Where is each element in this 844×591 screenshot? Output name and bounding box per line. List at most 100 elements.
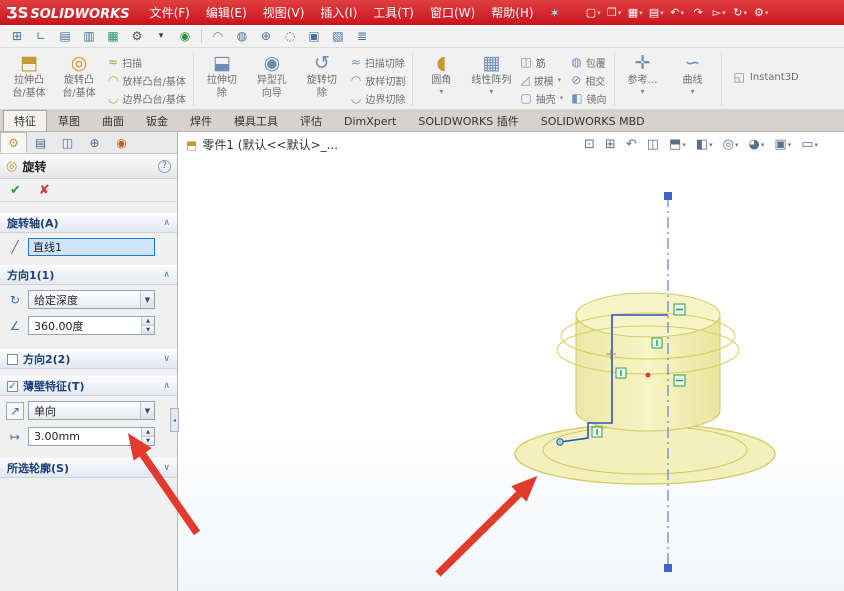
undo-icon[interactable]: ↶ — [668, 6, 687, 19]
view-settings-icon[interactable]: ▭ — [801, 137, 818, 152]
thickness-spinner[interactable]: 3.00mm ▲▼ — [28, 427, 155, 446]
end-condition-dropdown[interactable]: 给定深度 ▼ — [28, 290, 155, 309]
revolved-boss-button[interactable]: ◎ 旋转凸 台/基体 — [54, 50, 104, 100]
spin-up-icon[interactable]: ▲ — [142, 428, 154, 436]
tab-sheet-metal[interactable]: 钣金 — [135, 110, 179, 131]
hide-show-icon[interactable]: ◎ — [723, 137, 739, 152]
swept-boss-button[interactable]: ≈ 扫描 — [104, 53, 190, 71]
extruded-boss-button[interactable]: ⬒ 拉伸凸 台/基体 — [4, 50, 54, 100]
thin-feature-section-header[interactable]: 薄壁特征(T) ∧ — [0, 376, 177, 396]
new-document-icon[interactable]: ▢ — [584, 6, 603, 19]
scene-icon[interactable]: ▣ — [774, 137, 791, 152]
feature-tree-tab[interactable]: ▤ — [27, 132, 54, 153]
dropdown-arrow-icon[interactable]: ▼ — [140, 291, 154, 308]
lofted-boss-button[interactable]: ◠ 放样凸台/基体 — [104, 71, 190, 89]
extruded-cut-button[interactable]: ⬓ 拉伸切 除 — [197, 50, 247, 100]
boundary-boss-button[interactable]: ◡ 边界凸台/基体 — [104, 89, 190, 107]
zoom-area-icon[interactable]: ⊞ — [605, 137, 616, 152]
tab-sketch[interactable]: 草图 — [47, 110, 91, 131]
list-icon[interactable]: ≣ — [354, 29, 370, 43]
mirror-button[interactable]: ◧ 镜向 — [567, 89, 610, 107]
wrap-button[interactable]: ◍ 包覆 — [567, 53, 610, 71]
reference-geometry-button[interactable]: ✛ 参考… — [618, 50, 668, 96]
hole-wizard-button[interactable]: ◉ 异型孔 向导 — [247, 50, 297, 100]
spin-up-icon[interactable]: ▲ — [142, 317, 154, 325]
tab-surfaces[interactable]: 曲面 — [91, 110, 135, 131]
cancel-button[interactable]: ✘ — [39, 183, 50, 198]
draft-button[interactable]: ◿ 拔模 — [516, 71, 567, 89]
revolve-direction-icon[interactable]: ↻ — [6, 293, 24, 307]
dropdown-icon[interactable]: ▾ — [153, 31, 169, 41]
direction1-section-header[interactable]: 方向1(1) ∧ — [0, 265, 177, 285]
select-icon[interactable]: ▻ — [710, 6, 729, 19]
zoom-fit-icon[interactable]: ⊡ — [584, 137, 595, 152]
help-icon[interactable]: ? — [158, 160, 171, 173]
tab-features[interactable]: 特征 — [3, 110, 47, 131]
graphics-viewport[interactable]: ⬒ 零件1 (默认<<默认>_... ⊡ ⊞ ↶ ◫ ⬒ ◧ ◎ ◕ ▣ ▭ — [178, 132, 844, 591]
spin-down-icon[interactable]: ▼ — [142, 436, 154, 445]
options-icon[interactable]: ⚙ — [752, 6, 771, 19]
tab-solidworks-addins[interactable]: SOLIDWORKS 插件 — [407, 110, 529, 131]
ok-button[interactable]: ✔ — [10, 183, 21, 198]
display-manager-tab[interactable]: ◉ — [108, 132, 135, 153]
property-manager-tab[interactable]: ⚙ — [0, 132, 27, 153]
spinner-buttons[interactable]: ▲▼ — [141, 317, 154, 334]
axis-section-header[interactable]: 旋转轴(A) ∧ — [0, 213, 177, 233]
breadcrumb[interactable]: ⬒ 零件1 (默认<<默认>_... — [186, 136, 338, 153]
menu-view[interactable]: 视图(V) — [255, 0, 313, 25]
menu-insert[interactable]: 插入(I) — [312, 0, 365, 25]
menu-tools[interactable]: 工具(T) — [365, 0, 422, 25]
configuration-manager-tab[interactable]: ◫ — [54, 132, 81, 153]
shell-button[interactable]: ▢ 抽壳 — [516, 89, 567, 107]
checker-icon[interactable]: ▣ — [306, 29, 322, 43]
fillet-button[interactable]: ◖ 圆角 — [416, 50, 466, 96]
document-alt-icon[interactable]: ▥ — [81, 29, 97, 43]
menu-help[interactable]: 帮助(H) — [483, 0, 541, 25]
dimxpert-manager-tab[interactable]: ⊕ — [81, 132, 108, 153]
sketch-corner-icon[interactable]: ∟ — [33, 29, 49, 43]
instant3d-button[interactable]: ◱ Instant3D — [725, 50, 808, 104]
angle-spinner[interactable]: 360.00度 ▲▼ — [28, 316, 155, 335]
redo-icon[interactable]: ↷ — [689, 6, 708, 19]
zoom-in-icon[interactable]: ⊕ — [258, 29, 274, 43]
grid-icon[interactable]: ⊞ — [9, 29, 25, 43]
rib-button[interactable]: ◫ 筋 — [516, 53, 567, 71]
linear-pattern-button[interactable]: ▦ 线性阵列 — [466, 50, 516, 96]
lofted-cut-button[interactable]: ◠ 放样切割 — [347, 71, 409, 89]
thin-type-dropdown[interactable]: 单向 ▼ — [28, 401, 155, 420]
axis-selection-field[interactable]: 直线1 — [28, 238, 155, 256]
shade-icon[interactable]: ▧ — [330, 29, 346, 43]
section-view-icon[interactable]: ◫ — [647, 137, 659, 152]
tab-evaluate[interactable]: 评估 — [289, 110, 333, 131]
view-orientation-icon[interactable]: ⬒ — [669, 137, 686, 152]
target-icon[interactable]: ◉ — [177, 29, 193, 43]
revolved-cut-button[interactable]: ↺ 旋转切 除 — [297, 50, 347, 100]
spin-down-icon[interactable]: ▼ — [142, 325, 154, 334]
settings-icon[interactable]: ⚙ — [129, 29, 145, 43]
reverse-direction-icon[interactable]: ↗ — [6, 402, 24, 420]
menu-file[interactable]: 文件(F) — [142, 0, 198, 25]
thin-feature-checkbox[interactable] — [7, 381, 18, 392]
direction2-checkbox[interactable] — [7, 354, 18, 365]
document-icon[interactable]: ▤ — [57, 29, 73, 43]
contours-section-header[interactable]: 所选轮廓(S) ∨ — [0, 458, 177, 478]
tab-solidworks-mbd[interactable]: SOLIDWORKS MBD — [530, 110, 656, 131]
previous-view-icon[interactable]: ↶ — [626, 137, 637, 152]
tab-mold-tools[interactable]: 模具工具 — [223, 110, 289, 131]
intersect-button[interactable]: ⊘ 相交 — [567, 71, 610, 89]
display-style-icon[interactable]: ◧ — [696, 137, 713, 152]
tab-dimxpert[interactable]: DimXpert — [333, 110, 407, 131]
appearance-icon[interactable]: ◕ — [749, 137, 765, 152]
revolve-preview-model[interactable] — [178, 132, 844, 591]
curves-button[interactable]: ∽ 曲线 — [668, 50, 718, 96]
direction2-section-header[interactable]: 方向2(2) ∨ — [0, 349, 177, 369]
boundary-cut-button[interactable]: ◡ 边界切除 — [347, 89, 409, 107]
pin-menu-icon[interactable]: ✶ — [550, 6, 560, 20]
spinner-buttons[interactable]: ▲▼ — [141, 428, 154, 445]
dropdown-arrow-icon[interactable]: ▼ — [140, 402, 154, 419]
zoom-icon[interactable]: ◌ — [282, 29, 298, 43]
open-icon[interactable]: ❐ — [605, 6, 624, 19]
panel-collapse-handle[interactable]: ◂ — [170, 408, 179, 432]
tab-weldments[interactable]: 焊件 — [179, 110, 223, 131]
menu-window[interactable]: 窗口(W) — [422, 0, 483, 25]
